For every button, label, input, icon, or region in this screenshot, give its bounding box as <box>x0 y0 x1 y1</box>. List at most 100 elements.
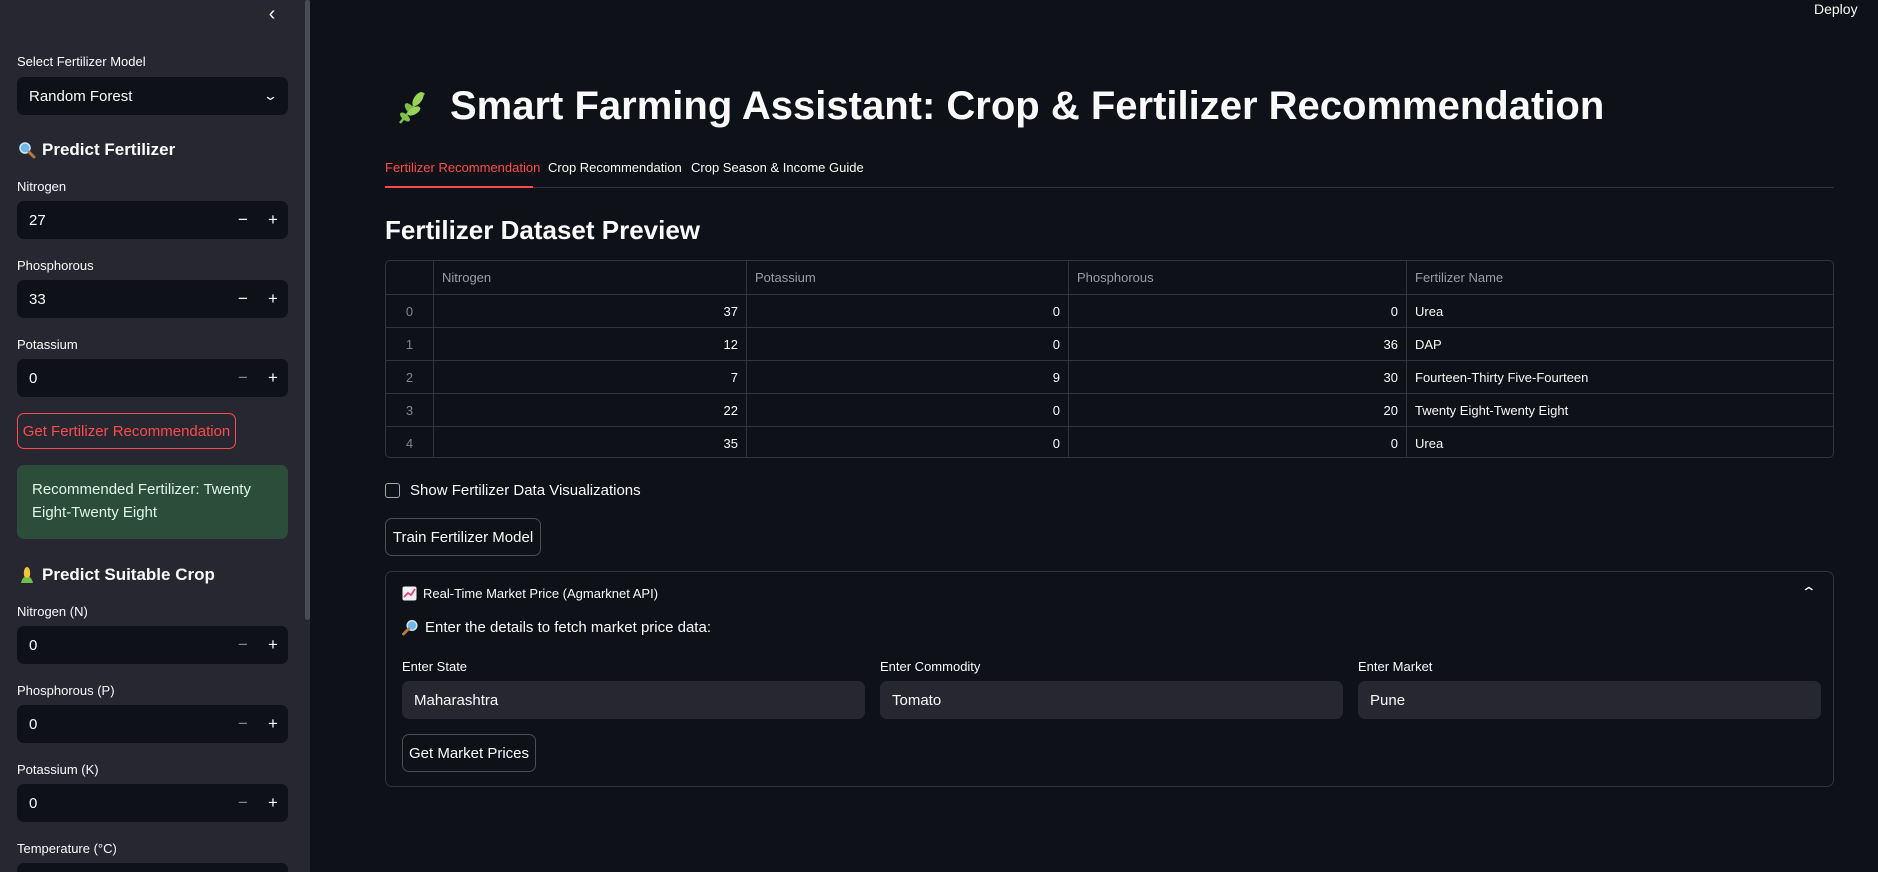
nitrogen-input[interactable]: 27 − + <box>17 201 288 239</box>
decrement-button[interactable]: − <box>228 289 258 309</box>
model-select-value: Random Forest <box>29 87 133 105</box>
crop-potassium-value[interactable]: 0 <box>17 795 228 812</box>
crop-nitrogen-input[interactable]: 0 − + <box>17 626 288 664</box>
table-cell[interactable]: 0 <box>1069 295 1407 327</box>
herb-icon <box>399 91 425 124</box>
model-select[interactable]: Random Forest ⌄ <box>17 77 288 115</box>
row-index: 3 <box>386 394 434 426</box>
row-index: 4 <box>386 427 434 457</box>
increment-button[interactable]: + <box>258 635 288 655</box>
potassium-input[interactable]: 0 − + <box>17 359 288 397</box>
table-cell[interactable]: 35 <box>434 427 747 457</box>
show-visualizations-checkbox[interactable] <box>385 483 400 498</box>
table-cell[interactable]: Urea <box>1407 295 1833 327</box>
get-market-prices-button[interactable]: Get Market Prices <box>402 734 536 772</box>
phosphorous-input[interactable]: 33 − + <box>17 280 288 318</box>
crop-phosphorous-label: Phosphorous (P) <box>17 683 115 698</box>
table-cell[interactable]: 7 <box>434 361 747 393</box>
recommendation-result: Recommended Fertilizer: Twenty Eight-Twe… <box>17 465 288 539</box>
state-input[interactable]: Maharashtra <box>402 681 865 719</box>
collapse-sidebar-icon[interactable]: ‹ <box>262 4 282 24</box>
sidebar-scrollbar[interactable] <box>305 0 310 620</box>
column-header-phosphorous[interactable]: Phosphorous <box>1069 261 1407 294</box>
column-header-fertilizer-name[interactable]: Fertilizer Name <box>1407 261 1833 294</box>
table-cell[interactable]: 12 <box>434 328 747 360</box>
tab-crop-recommendation[interactable]: Crop Recommendation <box>548 160 682 175</box>
deploy-button[interactable]: Deploy <box>1814 1 1858 17</box>
magnifier-right-icon <box>402 619 418 636</box>
decrement-button[interactable]: − <box>228 210 258 230</box>
table-cell[interactable]: 30 <box>1069 361 1407 393</box>
active-tab-indicator <box>385 186 533 188</box>
crop-potassium-label: Potassium (K) <box>17 762 99 777</box>
show-visualizations-toggle[interactable]: Show Fertilizer Data Visualizations <box>385 482 641 499</box>
dataset-table[interactable]: Nitrogen Potassium Phosphorous Fertilize… <box>385 260 1834 458</box>
crop-phosphorous-input[interactable]: 0 − + <box>17 705 288 743</box>
column-header-nitrogen[interactable]: Nitrogen <box>434 261 747 294</box>
table-cell[interactable]: 9 <box>747 361 1069 393</box>
increment-button[interactable]: + <box>258 793 288 813</box>
table-cell[interactable]: 0 <box>747 394 1069 426</box>
table-cell[interactable]: 0 <box>1069 427 1407 457</box>
crop-nitrogen-label: Nitrogen (N) <box>17 604 88 619</box>
table-cell[interactable]: 20 <box>1069 394 1407 426</box>
increment-button[interactable]: + <box>258 714 288 734</box>
table-cell[interactable]: 36 <box>1069 328 1407 360</box>
table-row: 2 7 9 30 Fourteen-Thirty Five-Fourteen <box>386 361 1833 394</box>
column-header-potassium[interactable]: Potassium <box>747 261 1069 294</box>
row-index: 2 <box>386 361 434 393</box>
get-fertilizer-recommendation-button[interactable]: Get Fertilizer Recommendation <box>17 413 236 449</box>
show-visualizations-label: Show Fertilizer Data Visualizations <box>410 482 641 499</box>
table-cell[interactable]: Urea <box>1407 427 1833 457</box>
table-cell[interactable]: 37 <box>434 295 747 327</box>
train-model-button[interactable]: Train Fertilizer Model <box>385 518 541 556</box>
market-expander-header[interactable]: Real-Time Market Price (Agmarknet API) <box>402 586 658 601</box>
increment-button[interactable]: + <box>258 368 288 388</box>
market-price-expander: Real-Time Market Price (Agmarknet API) ⌃… <box>385 571 1834 787</box>
column-header-index[interactable] <box>386 261 434 294</box>
table-cell[interactable]: 22 <box>434 394 747 426</box>
decrement-button[interactable]: − <box>228 793 258 813</box>
table-row: 1 12 0 36 DAP <box>386 328 1833 361</box>
table-cell[interactable]: 0 <box>747 328 1069 360</box>
commodity-input[interactable]: Tomato <box>880 681 1343 719</box>
row-index: 0 <box>386 295 434 327</box>
predict-fertilizer-heading: Predict Fertilizer <box>18 140 175 160</box>
phosphorous-label: Phosphorous <box>17 258 94 273</box>
row-index: 1 <box>386 328 434 360</box>
page-title: Smart Farming Assistant: Crop & Fertiliz… <box>392 84 1604 129</box>
table-cell[interactable]: Twenty Eight-Twenty Eight <box>1407 394 1833 426</box>
state-label: Enter State <box>402 659 468 674</box>
tab-crop-season-income[interactable]: Crop Season & Income Guide <box>691 160 864 175</box>
decrement-button[interactable]: − <box>228 368 258 388</box>
crop-phosphorous-value[interactable]: 0 <box>17 716 228 733</box>
decrement-button[interactable]: − <box>228 714 258 734</box>
table-cell[interactable]: DAP <box>1407 328 1833 360</box>
table-row: 4 35 0 0 Urea <box>386 427 1833 457</box>
model-select-label: Select Fertilizer Model <box>17 54 146 69</box>
potassium-value[interactable]: 0 <box>17 370 228 387</box>
market-input[interactable]: Pune <box>1358 681 1821 719</box>
chevron-down-icon: ⌄ <box>262 88 279 103</box>
nitrogen-label: Nitrogen <box>17 179 67 194</box>
predict-crop-heading: Predict Suitable Crop <box>18 565 215 585</box>
commodity-label: Enter Commodity <box>880 659 981 674</box>
phosphorous-value[interactable]: 33 <box>17 291 228 308</box>
market-prompt: Enter the details to fetch market price … <box>402 619 711 636</box>
temperature-input[interactable] <box>17 863 288 872</box>
dataset-heading: Fertilizer Dataset Preview <box>385 215 701 245</box>
nitrogen-value[interactable]: 27 <box>17 212 228 229</box>
table-cell[interactable]: 0 <box>747 427 1069 457</box>
chevron-up-icon[interactable]: ⌃ <box>1801 584 1817 601</box>
table-cell[interactable]: 0 <box>747 295 1069 327</box>
crop-potassium-input[interactable]: 0 − + <box>17 784 288 822</box>
table-cell[interactable]: Fourteen-Thirty Five-Fourteen <box>1407 361 1833 393</box>
increment-button[interactable]: + <box>258 210 288 230</box>
corn-icon <box>21 567 33 583</box>
increment-button[interactable]: + <box>258 289 288 309</box>
temperature-label: Temperature (°C) <box>17 841 117 856</box>
tab-bar: Fertilizer Recommendation Crop Recommend… <box>385 158 1834 188</box>
crop-nitrogen-value[interactable]: 0 <box>17 637 228 654</box>
decrement-button[interactable]: − <box>228 635 258 655</box>
tab-fertilizer-recommendation[interactable]: Fertilizer Recommendation <box>385 160 540 175</box>
